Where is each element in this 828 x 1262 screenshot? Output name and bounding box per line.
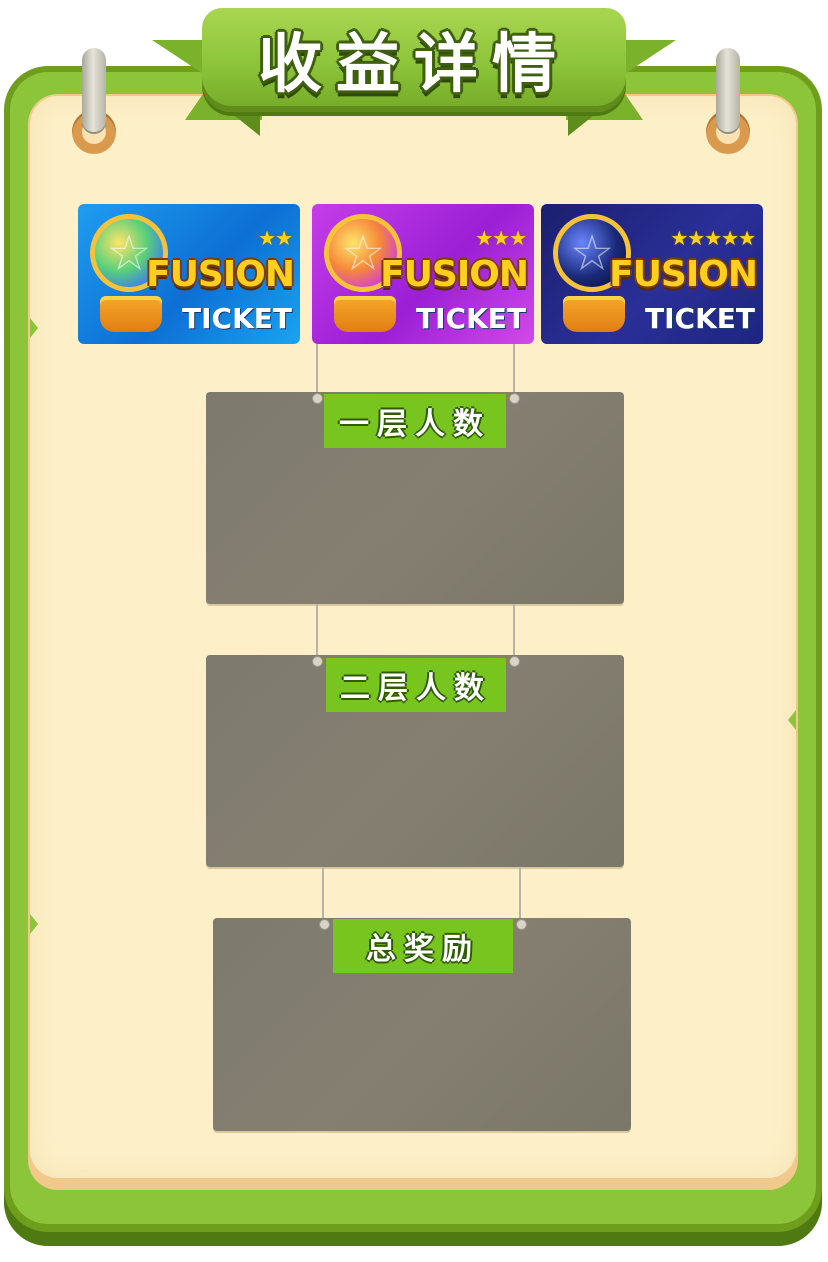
fusion-ticket-5-star[interactable]: ☆ ★★★★★ FUSION TICKET <box>541 204 763 344</box>
ticket-sub: TICKET <box>645 302 755 335</box>
board-notch <box>788 710 796 730</box>
ticket-sub: TICKET <box>416 302 526 335</box>
hanging-string <box>513 344 515 396</box>
nail-icon <box>509 393 520 404</box>
layer2-count-label: 二层人数 <box>326 658 506 712</box>
fusion-ticket-2-star[interactable]: ☆ ★★ FUSION TICKET <box>78 204 300 344</box>
hanging-string <box>519 867 521 921</box>
board-notch <box>30 914 38 934</box>
board-notch <box>30 318 38 338</box>
page-title: 收益详情 <box>258 28 570 102</box>
star-rating: ★★ <box>258 226 293 250</box>
star-rating: ★★★ <box>475 226 527 250</box>
peg-left <box>82 48 106 132</box>
nail-icon <box>516 919 527 930</box>
fusion-ticket-3-star[interactable]: ☆ ★★★ FUSION TICKET <box>312 204 534 344</box>
hanging-string <box>322 867 324 921</box>
ticket-name: FUSION <box>146 254 295 295</box>
ticket-sub: TICKET <box>182 302 292 335</box>
nail-icon <box>312 656 323 667</box>
layer1-count-label: 一层人数 <box>324 394 506 448</box>
peg-right <box>716 48 740 132</box>
hanging-string <box>316 344 318 396</box>
total-reward-label: 总奖励 <box>333 919 513 973</box>
orb-stand-icon <box>100 296 162 332</box>
orb-stand-icon <box>334 296 396 332</box>
ticket-name: FUSION <box>609 254 758 295</box>
nail-icon <box>509 656 520 667</box>
ticket-name: FUSION <box>380 254 529 295</box>
nail-icon <box>312 393 323 404</box>
orb-stand-icon <box>563 296 625 332</box>
star-rating: ★★★★★ <box>670 226 756 250</box>
hanging-string <box>316 604 318 660</box>
hanging-string <box>513 604 515 660</box>
nail-icon <box>319 919 330 930</box>
